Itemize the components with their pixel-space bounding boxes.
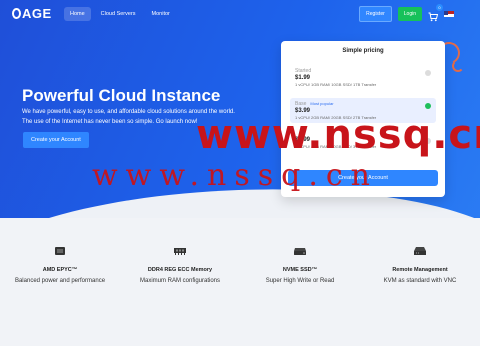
feature-title: Remote Management (392, 267, 448, 273)
hero-create-account-button[interactable]: Create your Account (23, 132, 89, 148)
plan-name: Started (295, 68, 431, 74)
pricing-title: Simple pricing (342, 48, 384, 54)
header-actions: Register Login 0 (359, 4, 454, 22)
plan-price: $1.99 (295, 75, 311, 81)
feature-desc: Balanced power and performance (14, 278, 106, 284)
register-button[interactable]: Register (359, 6, 392, 22)
cart-count-badge: 0 (436, 4, 443, 11)
login-button[interactable]: Login (397, 7, 422, 21)
nav-home[interactable]: Home (64, 7, 91, 21)
feature-amd-epyc: AMD EPYC™ Balanced power and performance (0, 246, 120, 284)
plan-name: Base Most popular (295, 101, 431, 107)
feature-title: DDR4 REG ECC Memory (147, 267, 213, 273)
nav-cloud-servers[interactable]: Cloud Servers (95, 7, 142, 21)
logo-mark-icon (12, 8, 21, 19)
kvm-icon (414, 247, 426, 255)
feature-desc: Maximum RAM configurations (139, 278, 221, 284)
features-row: AMD EPYC™ Balanced power and performance… (0, 246, 480, 284)
feature-desc: Super High Write or Read (265, 278, 335, 284)
hero-title: Powerful Cloud Instance (22, 86, 221, 105)
plan-name-text: Started (295, 68, 312, 74)
decorative-arc-small-icon (452, 60, 464, 72)
cart-icon (428, 12, 439, 22)
feature-nvme-ssd: NVME SSD™ Super High Write or Read (240, 246, 360, 284)
logo-text: AGE (22, 6, 52, 21)
feature-desc: KVM as standard with VNC (383, 278, 457, 284)
plan-option-started[interactable]: Started $1.99 1 vCPU/ 1GB RAM/ 10GB SSD/… (290, 65, 436, 90)
ram-icon (174, 248, 186, 255)
nav-monitor[interactable]: Monitor (146, 7, 176, 21)
feature-ddr4-memory: DDR4 REG ECC Memory Maximum RAM configur… (120, 246, 240, 284)
cart-button[interactable]: 0 (428, 4, 443, 22)
ssd-icon (294, 248, 306, 255)
cpu-icon (55, 247, 65, 255)
watermark-text-serif: www.nssq.cn (92, 158, 378, 193)
plan-radio[interactable] (425, 70, 431, 76)
us-flag-icon[interactable] (444, 11, 454, 17)
main-nav: Home Cloud Servers Monitor (64, 7, 176, 21)
plan-radio-checked-icon[interactable] (425, 103, 431, 109)
feature-remote-management: Remote Management KVM as standard with V… (360, 246, 480, 284)
feature-title: AMD EPYC™ (42, 267, 78, 273)
logo[interactable]: AGE (12, 6, 52, 21)
watermark-text: www.nssq.cn (196, 112, 480, 158)
most-popular-tag: Most popular (310, 101, 334, 106)
plan-spec: 1 vCPU/ 1GB RAM/ 10GB SSD/ 1TB Transfer (295, 82, 377, 87)
plan-name-text: Base (295, 101, 307, 107)
feature-title: NVME SSD™ (282, 267, 318, 273)
